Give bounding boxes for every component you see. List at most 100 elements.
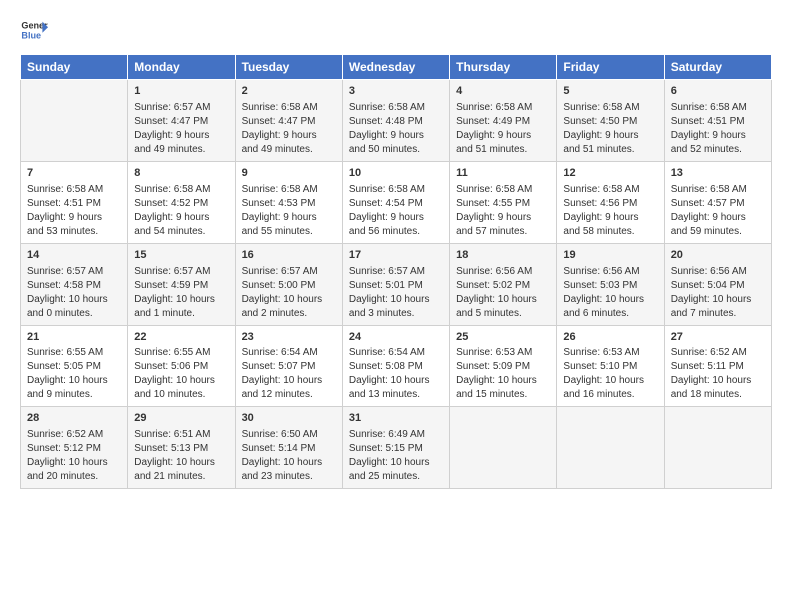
day-number: 17 [349, 248, 443, 263]
calendar-cell: 22Sunrise: 6:55 AM Sunset: 5:06 PM Dayli… [128, 325, 235, 407]
header-row: SundayMondayTuesdayWednesdayThursdayFrid… [21, 55, 772, 80]
calendar-cell: 4 Sunrise: 6:58 AM Sunset: 4:49 PM Daylig… [450, 80, 557, 162]
calendar-cell: 27Sunrise: 6:52 AM Sunset: 5:11 PM Dayli… [664, 325, 771, 407]
header-day-thursday: Thursday [450, 55, 557, 80]
day-info: Sunrise: 6:54 AM Sunset: 5:07 PM Dayligh… [242, 346, 336, 402]
header-day-tuesday: Tuesday [235, 55, 342, 80]
calendar-cell: 13 Sunrise: 6:58 AM Sunset: 4:57 PM Dayli… [664, 161, 771, 243]
calendar-cell: 7Sunrise: 6:58 AM Sunset: 4:51 PM Daylig… [21, 161, 128, 243]
day-number: 1 [134, 84, 228, 99]
day-number: 13 [671, 166, 765, 181]
calendar-cell [557, 407, 664, 489]
day-number: 2 [242, 84, 336, 99]
day-number: 14 [27, 248, 121, 263]
day-info: Sunrise: 6:55 AM Sunset: 5:06 PM Dayligh… [134, 346, 228, 402]
day-number: 26 [563, 330, 657, 345]
header-day-saturday: Saturday [664, 55, 771, 80]
day-info: Sunrise: 6:50 AM Sunset: 5:14 PM Dayligh… [242, 428, 336, 484]
calendar-cell: 15 Sunrise: 6:57 AM Sunset: 4:59 PM Dayli… [128, 243, 235, 325]
logo-icon: General Blue [20, 16, 48, 44]
day-number: 18 [456, 248, 550, 263]
calendar-cell: 26Sunrise: 6:53 AM Sunset: 5:10 PM Dayli… [557, 325, 664, 407]
header: General Blue [20, 16, 772, 44]
day-info: Sunrise: 6:54 AM Sunset: 5:08 PM Dayligh… [349, 346, 443, 402]
calendar-table: SundayMondayTuesdayWednesdayThursdayFrid… [20, 54, 772, 489]
day-info: Sunrise: 6:55 AM Sunset: 5:05 PM Dayligh… [27, 346, 121, 402]
day-number: 28 [27, 411, 121, 426]
week-row-3: 14 Sunrise: 6:57 AM Sunset: 4:58 PM Dayli… [21, 243, 772, 325]
calendar-cell: 18 Sunrise: 6:56 AM Sunset: 5:02 PM Dayli… [450, 243, 557, 325]
calendar-cell: 1 Sunrise: 6:57 AM Sunset: 4:47 PM Daylig… [128, 80, 235, 162]
day-number: 24 [349, 330, 443, 345]
week-row-2: 7Sunrise: 6:58 AM Sunset: 4:51 PM Daylig… [21, 161, 772, 243]
day-info: Sunrise: 6:53 AM Sunset: 5:09 PM Dayligh… [456, 346, 550, 402]
day-number: 9 [242, 166, 336, 181]
calendar-cell: 19Sunrise: 6:56 AM Sunset: 5:03 PM Dayli… [557, 243, 664, 325]
day-info: Sunrise: 6:58 AM Sunset: 4:57 PM Dayligh… [671, 183, 765, 239]
day-info: Sunrise: 6:58 AM Sunset: 4:47 PM Dayligh… [242, 101, 336, 157]
day-info: Sunrise: 6:58 AM Sunset: 4:48 PM Dayligh… [349, 101, 443, 157]
calendar-cell: 11 Sunrise: 6:58 AM Sunset: 4:55 PM Dayli… [450, 161, 557, 243]
day-info: Sunrise: 6:56 AM Sunset: 5:02 PM Dayligh… [456, 265, 550, 321]
day-info: Sunrise: 6:53 AM Sunset: 5:10 PM Dayligh… [563, 346, 657, 402]
day-info: Sunrise: 6:58 AM Sunset: 4:54 PM Dayligh… [349, 183, 443, 239]
day-number: 8 [134, 166, 228, 181]
calendar-cell: 25Sunrise: 6:53 AM Sunset: 5:09 PM Dayli… [450, 325, 557, 407]
logo: General Blue [20, 16, 52, 44]
calendar-cell: 21Sunrise: 6:55 AM Sunset: 5:05 PM Dayli… [21, 325, 128, 407]
calendar-cell: 8 Sunrise: 6:58 AM Sunset: 4:52 PM Daylig… [128, 161, 235, 243]
calendar-cell: 12 Sunrise: 6:58 AM Sunset: 4:56 PM Dayli… [557, 161, 664, 243]
calendar-cell: 31 Sunrise: 6:49 AM Sunset: 5:15 PM Dayli… [342, 407, 449, 489]
calendar-cell: 16 Sunrise: 6:57 AM Sunset: 5:00 PM Dayli… [235, 243, 342, 325]
day-number: 30 [242, 411, 336, 426]
header-day-wednesday: Wednesday [342, 55, 449, 80]
day-info: Sunrise: 6:57 AM Sunset: 4:59 PM Dayligh… [134, 265, 228, 321]
day-info: Sunrise: 6:52 AM Sunset: 5:11 PM Dayligh… [671, 346, 765, 402]
calendar-cell: 3 Sunrise: 6:58 AM Sunset: 4:48 PM Daylig… [342, 80, 449, 162]
day-number: 23 [242, 330, 336, 345]
day-number: 10 [349, 166, 443, 181]
svg-text:Blue: Blue [21, 30, 41, 40]
page-container: General Blue SundayMondayTuesdayWednesda… [0, 0, 792, 499]
day-number: 6 [671, 84, 765, 99]
header-day-friday: Friday [557, 55, 664, 80]
calendar-cell: 2 Sunrise: 6:58 AM Sunset: 4:47 PM Daylig… [235, 80, 342, 162]
day-number: 12 [563, 166, 657, 181]
day-info: Sunrise: 6:58 AM Sunset: 4:51 PM Dayligh… [671, 101, 765, 157]
day-info: Sunrise: 6:57 AM Sunset: 4:58 PM Dayligh… [27, 265, 121, 321]
calendar-cell [450, 407, 557, 489]
day-info: Sunrise: 6:58 AM Sunset: 4:53 PM Dayligh… [242, 183, 336, 239]
calendar-cell [21, 80, 128, 162]
calendar-cell: 17Sunrise: 6:57 AM Sunset: 5:01 PM Dayli… [342, 243, 449, 325]
day-number: 15 [134, 248, 228, 263]
day-number: 5 [563, 84, 657, 99]
day-number: 16 [242, 248, 336, 263]
day-number: 4 [456, 84, 550, 99]
day-info: Sunrise: 6:57 AM Sunset: 4:47 PM Dayligh… [134, 101, 228, 157]
calendar-cell: 29Sunrise: 6:51 AM Sunset: 5:13 PM Dayli… [128, 407, 235, 489]
day-number: 20 [671, 248, 765, 263]
day-number: 31 [349, 411, 443, 426]
day-info: Sunrise: 6:58 AM Sunset: 4:56 PM Dayligh… [563, 183, 657, 239]
day-info: Sunrise: 6:58 AM Sunset: 4:55 PM Dayligh… [456, 183, 550, 239]
day-number: 21 [27, 330, 121, 345]
calendar-cell: 5 Sunrise: 6:58 AM Sunset: 4:50 PM Daylig… [557, 80, 664, 162]
week-row-5: 28 Sunrise: 6:52 AM Sunset: 5:12 PM Dayli… [21, 407, 772, 489]
day-number: 11 [456, 166, 550, 181]
day-info: Sunrise: 6:58 AM Sunset: 4:52 PM Dayligh… [134, 183, 228, 239]
day-number: 22 [134, 330, 228, 345]
day-number: 3 [349, 84, 443, 99]
week-row-4: 21Sunrise: 6:55 AM Sunset: 5:05 PM Dayli… [21, 325, 772, 407]
day-info: Sunrise: 6:49 AM Sunset: 5:15 PM Dayligh… [349, 428, 443, 484]
day-info: Sunrise: 6:51 AM Sunset: 5:13 PM Dayligh… [134, 428, 228, 484]
day-info: Sunrise: 6:58 AM Sunset: 4:49 PM Dayligh… [456, 101, 550, 157]
day-info: Sunrise: 6:58 AM Sunset: 4:50 PM Dayligh… [563, 101, 657, 157]
day-info: Sunrise: 6:52 AM Sunset: 5:12 PM Dayligh… [27, 428, 121, 484]
day-number: 7 [27, 166, 121, 181]
calendar-cell: 28 Sunrise: 6:52 AM Sunset: 5:12 PM Dayli… [21, 407, 128, 489]
week-row-1: 1 Sunrise: 6:57 AM Sunset: 4:47 PM Daylig… [21, 80, 772, 162]
header-day-sunday: Sunday [21, 55, 128, 80]
calendar-cell: 24Sunrise: 6:54 AM Sunset: 5:08 PM Dayli… [342, 325, 449, 407]
day-info: Sunrise: 6:56 AM Sunset: 5:03 PM Dayligh… [563, 265, 657, 321]
day-info: Sunrise: 6:57 AM Sunset: 5:00 PM Dayligh… [242, 265, 336, 321]
